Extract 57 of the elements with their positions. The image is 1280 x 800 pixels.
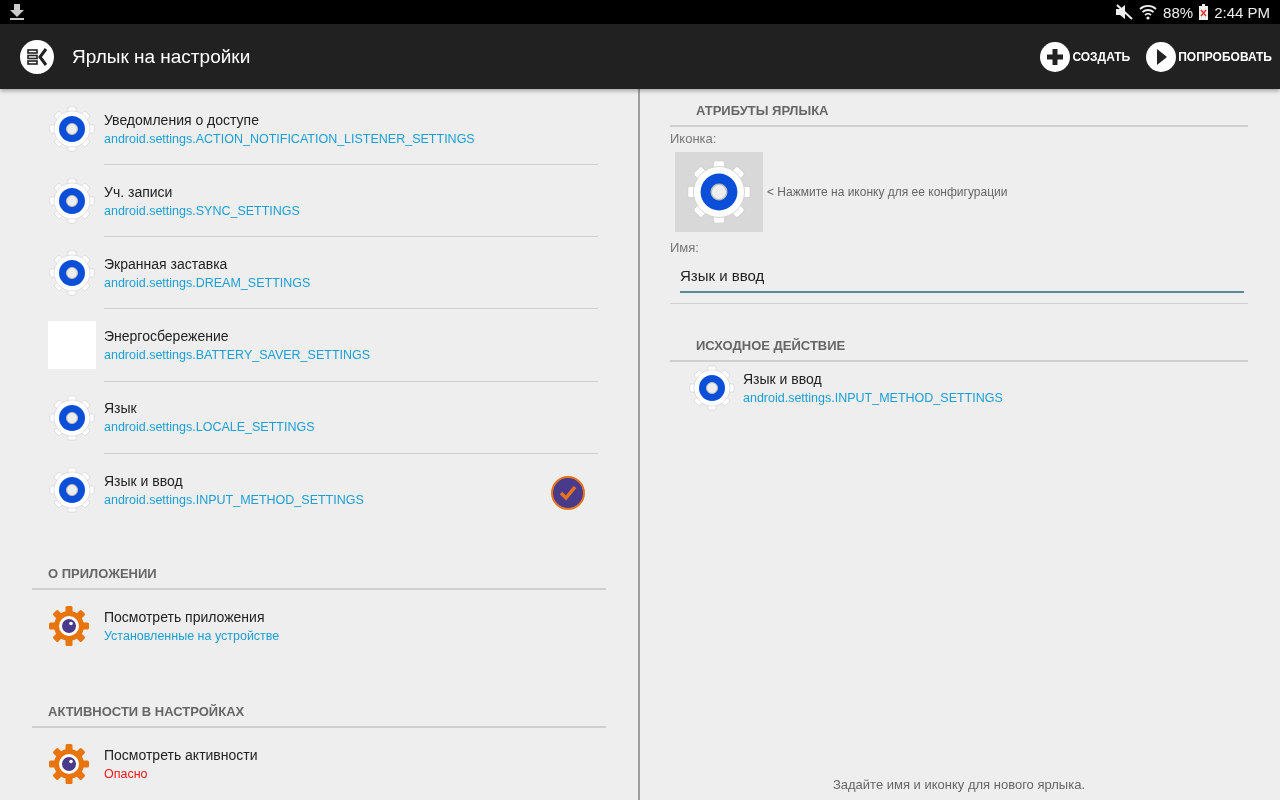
settings-list-item[interactable]: Энергосбережение android.settings.BATTERY_SAVER_SETTINGS [0, 309, 638, 382]
clock-time: 2:44 PM [1214, 3, 1270, 21]
item-title: Уч. записи [104, 183, 174, 200]
gear-icon [48, 105, 96, 154]
item-subtitle: android.settings.DREAM_SETTINGS [104, 275, 312, 290]
section-list-item[interactable]: Посмотреть активности Опасно [0, 727, 638, 800]
app-title: Ярлык на настройки [72, 45, 252, 68]
item-subtitle: android.settings.ACTION_NOTIFICATION_LISTENER_SETTINGS [104, 131, 476, 146]
battery-icon [1199, 4, 1209, 20]
plus-icon [1040, 41, 1071, 72]
item-title: Язык [104, 400, 138, 417]
download-icon [10, 4, 24, 20]
try-button[interactable]: ПОПРОБОВАТЬ [1146, 41, 1272, 72]
item-title: Энергосбережение [104, 327, 230, 344]
section-title: О ПРИЛОЖЕНИИ [48, 565, 157, 581]
gear-icon [685, 158, 753, 226]
gear-icon [48, 604, 90, 647]
play-icon [1146, 41, 1177, 72]
item-subtitle: android.settings.INPUT_METHOD_SETTINGS [743, 391, 1004, 405]
item-subtitle: Установленные на устройстве [104, 628, 281, 643]
create-button[interactable]: СОЗДАТЬ [1040, 41, 1131, 72]
item-subtitle: android.settings.BATTERY_SAVER_SETTINGS [104, 347, 372, 362]
mute-icon [1115, 4, 1134, 20]
section-title: АКТИВНОСТИ В НАСТРОЙКАХ [48, 703, 245, 719]
gear-icon [688, 364, 736, 412]
settings-list-item[interactable]: Язык и ввод android.settings.INPUT_METHOD_SETTINGS [0, 453, 638, 526]
wifi-icon [1139, 4, 1158, 20]
item-title: Посмотреть приложения [104, 608, 266, 625]
section-title: АТРИБУТЫ ЯРЛЫКА [696, 103, 829, 118]
gear-icon [48, 249, 96, 298]
icon-hint: < Нажмите на иконку для ее конфигурации [767, 185, 1008, 199]
settings-list-item[interactable]: Экранная заставка android.settings.DREAM_SETTINGS [0, 237, 638, 310]
gear-icon [48, 742, 90, 785]
item-subtitle: android.settings.LOCALE_SETTINGS [104, 420, 316, 435]
section-title: ИСХОДНОЕ ДЕЙСТВИЕ [696, 338, 846, 353]
settings-list-item[interactable]: Уведомления о доступе android.settings.ACTION_NOTIFICATION_LISTENER_SETTINGS [0, 93, 638, 166]
back-icon[interactable] [20, 39, 54, 74]
name-input-field[interactable]: Язык и ввод [680, 261, 1244, 293]
item-subtitle: android.settings.INPUT_METHOD_SETTINGS [104, 492, 365, 507]
name-label: Имя: [670, 240, 700, 255]
item-title: Посмотреть активности [104, 746, 259, 763]
icon-label: Иконка: [670, 131, 718, 146]
item-title: Экранная заставка [104, 255, 229, 272]
item-subtitle: Опасно [104, 766, 149, 781]
gear-icon [48, 393, 96, 442]
item-title: Язык и ввод [743, 371, 823, 387]
section-list-item[interactable]: Посмотреть приложения Установленные на устройстве [0, 589, 638, 662]
item-title: Язык и ввод [104, 472, 184, 489]
footer-hint: Задайте имя и иконку для нового ярлыка. [832, 777, 1086, 792]
icon-picker[interactable] [675, 152, 763, 232]
gear-icon [48, 177, 96, 226]
item-subtitle: android.settings.SYNC_SETTINGS [104, 203, 301, 218]
gear-icon [48, 465, 96, 514]
settings-list-item[interactable]: Уч. записи android.settings.SYNC_SETTINGS [0, 165, 638, 238]
item-title: Уведомления о доступе [104, 111, 260, 128]
battery-percent: 88% [1163, 3, 1194, 21]
settings-list-item[interactable]: Язык android.settings.LOCALE_SETTINGS [0, 381, 638, 454]
